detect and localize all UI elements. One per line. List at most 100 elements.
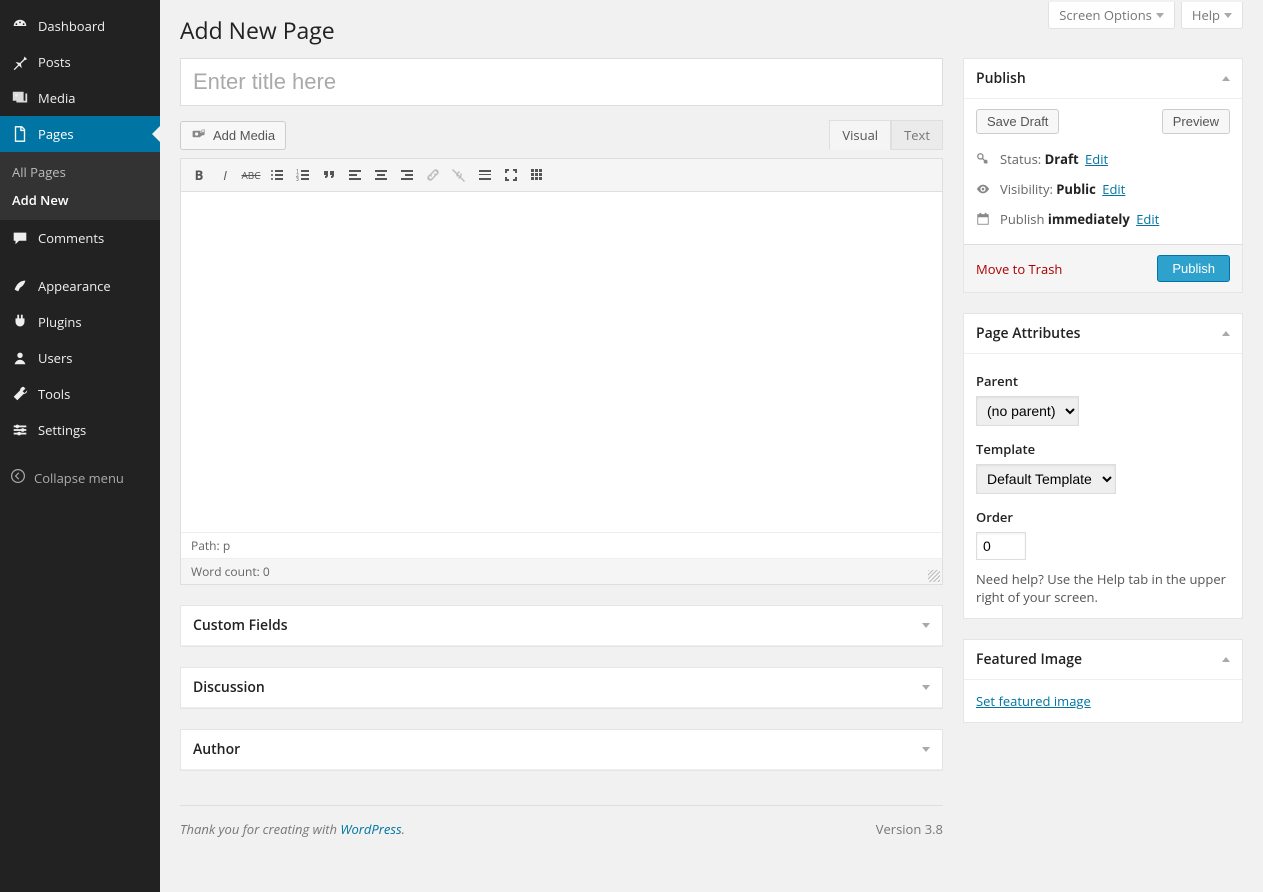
- parent-select[interactable]: (no parent): [976, 396, 1079, 426]
- blockquote-button[interactable]: [317, 163, 341, 187]
- screen-options-tab[interactable]: Screen Options: [1048, 2, 1175, 29]
- visibility-value: Public: [1056, 180, 1096, 198]
- sidebar-item-media[interactable]: Media: [0, 80, 160, 116]
- strike-button[interactable]: ABC: [239, 163, 263, 187]
- status-edit-link[interactable]: Edit: [1085, 150, 1108, 168]
- sidebar-item-settings[interactable]: Settings: [0, 412, 160, 448]
- preview-button[interactable]: Preview: [1162, 109, 1230, 134]
- save-draft-button[interactable]: Save Draft: [976, 109, 1059, 134]
- sidebar-label: Pages: [38, 125, 74, 143]
- sidebar-item-tools[interactable]: Tools: [0, 376, 160, 412]
- path-value: p: [223, 537, 230, 554]
- chevron-down-icon: [922, 623, 930, 628]
- footer-dot: .: [402, 820, 405, 838]
- publish-box-head[interactable]: Publish: [964, 59, 1242, 99]
- publish-button[interactable]: Publish: [1157, 255, 1230, 282]
- sidebar-item-pages[interactable]: Pages: [0, 116, 160, 152]
- editor-container: B I ABC 123: [180, 158, 943, 585]
- metabox-head-author[interactable]: Author: [181, 730, 942, 770]
- help-tab[interactable]: Help: [1181, 2, 1243, 29]
- link-button[interactable]: [421, 163, 445, 187]
- metabox-head-custom-fields[interactable]: Custom Fields: [181, 606, 942, 646]
- sidebar-item-comments[interactable]: Comments: [0, 220, 160, 256]
- chevron-up-icon: [1222, 331, 1230, 336]
- status-label: Status:: [1000, 150, 1041, 168]
- camera-music-icon: [191, 126, 207, 145]
- sidebar-label: Media: [38, 89, 75, 107]
- sidebar-sub-add-new[interactable]: Add New: [0, 186, 160, 214]
- sidebar-submenu-pages: All Pages Add New: [0, 152, 160, 220]
- sidebar-item-posts[interactable]: Posts: [0, 44, 160, 80]
- editor-toolbar: B I ABC 123: [181, 159, 942, 192]
- fullscreen-button[interactable]: [499, 163, 523, 187]
- publish-date-edit-link[interactable]: Edit: [1136, 210, 1159, 228]
- help-label: Help: [1192, 6, 1220, 24]
- visibility-edit-link[interactable]: Edit: [1102, 180, 1125, 198]
- sidebar-label: Plugins: [38, 313, 82, 331]
- editor-textarea[interactable]: [181, 192, 942, 532]
- pin-icon: [10, 52, 30, 72]
- align-center-button[interactable]: [369, 163, 393, 187]
- chevron-down-icon: [1224, 13, 1232, 18]
- media-icon: [10, 88, 30, 108]
- word-count-value: 0: [263, 563, 270, 580]
- sidebar-item-dashboard[interactable]: Dashboard: [0, 8, 160, 44]
- sidebar-label: Settings: [38, 421, 86, 439]
- featured-image-head[interactable]: Featured Image: [964, 640, 1242, 680]
- page-attributes-title: Page Attributes: [976, 324, 1081, 343]
- unlink-button[interactable]: [447, 163, 471, 187]
- attributes-help-text: Need help? Use the Help tab in the upper…: [976, 570, 1230, 606]
- chevron-up-icon: [1222, 76, 1230, 81]
- sidebar-item-plugins[interactable]: Plugins: [0, 304, 160, 340]
- featured-image-title: Featured Image: [976, 650, 1082, 669]
- order-input[interactable]: [976, 532, 1026, 560]
- key-icon: [976, 152, 992, 166]
- sidebar-item-users[interactable]: Users: [0, 340, 160, 376]
- sidebar-label: Appearance: [38, 277, 111, 295]
- resize-handle[interactable]: [928, 570, 940, 582]
- user-icon: [10, 348, 30, 368]
- italic-button[interactable]: I: [213, 163, 237, 187]
- path-label: Path:: [191, 537, 220, 554]
- sidebar-collapse[interactable]: Collapse menu: [0, 458, 160, 498]
- ol-button[interactable]: 123: [291, 163, 315, 187]
- metabox-title: Discussion: [193, 678, 265, 697]
- dashboard-icon: [10, 16, 30, 36]
- add-media-button[interactable]: Add Media: [180, 121, 286, 150]
- collapse-label: Collapse menu: [34, 469, 124, 487]
- parent-label: Parent: [976, 372, 1230, 390]
- align-left-button[interactable]: [343, 163, 367, 187]
- sidebar-item-appearance[interactable]: Appearance: [0, 268, 160, 304]
- metabox-custom-fields: Custom Fields: [180, 605, 943, 647]
- chevron-down-icon: [1156, 13, 1164, 18]
- sidebar-label: Users: [38, 349, 72, 367]
- collapse-icon: [10, 468, 26, 488]
- publish-box: Publish Save Draft Preview Status: Draft…: [963, 58, 1243, 293]
- publish-title: Publish: [976, 69, 1026, 88]
- admin-sidebar: Dashboard Posts Media Pages All Pages Ad…: [0, 0, 160, 892]
- title-input[interactable]: [180, 58, 943, 106]
- editor-tab-visual[interactable]: Visual: [829, 120, 891, 150]
- set-featured-image-link[interactable]: Set featured image: [976, 692, 1091, 710]
- kitchen-sink-button[interactable]: [525, 163, 549, 187]
- footer-wp-link[interactable]: WordPress: [340, 820, 401, 838]
- sidebar-sub-all-pages[interactable]: All Pages: [0, 158, 160, 186]
- settings-icon: [10, 420, 30, 440]
- template-select[interactable]: Default Template: [976, 464, 1116, 494]
- move-to-trash-link[interactable]: Move to Trash: [976, 260, 1062, 278]
- featured-image-box: Featured Image Set featured image: [963, 639, 1243, 723]
- sidebar-label: Tools: [38, 385, 70, 403]
- content-area: Screen Options Help Add New Page Add Med…: [160, 0, 1263, 892]
- bold-button[interactable]: B: [187, 163, 211, 187]
- template-label: Template: [976, 440, 1230, 458]
- sidebar-label: Comments: [38, 229, 104, 247]
- page-attributes-head[interactable]: Page Attributes: [964, 314, 1242, 354]
- align-right-button[interactable]: [395, 163, 419, 187]
- chevron-up-icon: [1222, 657, 1230, 662]
- ul-button[interactable]: [265, 163, 289, 187]
- metabox-head-discussion[interactable]: Discussion: [181, 668, 942, 708]
- editor-tab-text[interactable]: Text: [891, 120, 943, 150]
- word-count-label: Word count:: [191, 563, 260, 580]
- publish-date-label: Publish: [1000, 210, 1044, 228]
- more-button[interactable]: [473, 163, 497, 187]
